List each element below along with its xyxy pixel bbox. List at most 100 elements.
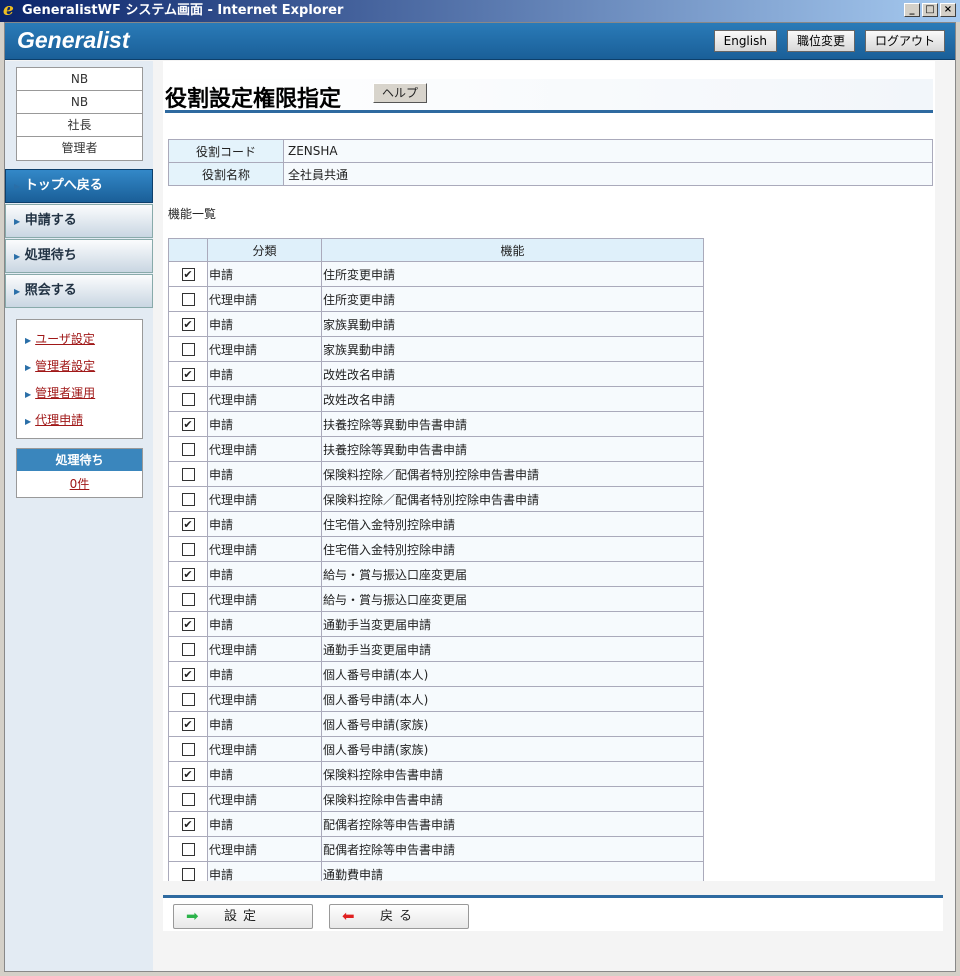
function-checkbox[interactable] xyxy=(181,443,195,456)
app-header: Generalist English 職位変更 ログアウト xyxy=(5,23,955,60)
function-cell: 保険料控除／配偶者特別控除申告書申請 xyxy=(321,461,704,487)
change-position-button[interactable]: 職位変更 xyxy=(786,30,855,52)
function-checkbox[interactable] xyxy=(181,343,195,356)
function-checkbox[interactable]: ✔ xyxy=(181,568,195,581)
function-checkbox[interactable]: ✔ xyxy=(181,318,195,331)
function-cell: 保険料控除申告書申請 xyxy=(321,761,704,787)
table-row: 代理申請 個人番号申請(本人) xyxy=(168,686,704,712)
category-cell: 代理申請 xyxy=(207,686,322,712)
table-row: 代理申請 保険料控除／配偶者特別控除申告書申請 xyxy=(168,486,704,512)
table-row: ✔ 申請 保険料控除申告書申請 xyxy=(168,761,704,787)
table-row: ✔ 申請 住所変更申請 xyxy=(168,261,704,287)
table-row: 代理申請 保険料控除申告書申請 xyxy=(168,786,704,812)
function-checkbox[interactable] xyxy=(181,468,195,481)
pending-count-link[interactable]: 0件 xyxy=(70,477,90,491)
function-cell: 通勤手当変更届申請 xyxy=(321,636,704,662)
function-checkbox[interactable]: ✔ xyxy=(181,368,195,381)
table-row: 代理申請 住所変更申請 xyxy=(168,286,704,312)
category-cell: 申請 xyxy=(207,761,322,787)
nav-inquiry[interactable]: ▶ 照会する xyxy=(5,274,153,308)
triangle-icon: ▶ xyxy=(25,363,32,372)
function-checkbox[interactable]: ✔ xyxy=(181,518,195,531)
category-cell: 申請 xyxy=(207,561,322,587)
back-button[interactable]: ⬅ 戻る xyxy=(329,904,469,929)
table-row: 代理申請 扶養控除等異動申告書申請 xyxy=(168,436,704,462)
function-cell: 家族異動申請 xyxy=(321,311,704,337)
function-cell: 扶養控除等異動申告書申請 xyxy=(321,436,704,462)
page-title-bar: 役割設定権限指定 ヘルプ xyxy=(165,79,933,113)
table-row: 申請 通勤費申請 xyxy=(168,861,704,881)
triangle-icon: ▶ xyxy=(14,182,21,191)
table-row: ✔ 申請 個人番号申請(本人) xyxy=(168,661,704,687)
column-header-check xyxy=(168,238,208,262)
nav-label: 申請する xyxy=(24,213,77,228)
function-cell: 住所変更申請 xyxy=(321,286,704,312)
function-cell: 住宅借入金特別控除申請 xyxy=(321,511,704,537)
close-button[interactable]: × xyxy=(940,3,956,17)
link-admin-settings[interactable]: 管理者設定 xyxy=(35,359,95,373)
function-checkbox[interactable] xyxy=(181,793,195,806)
function-checkbox[interactable]: ✔ xyxy=(181,768,195,781)
category-cell: 申請 xyxy=(207,511,322,537)
function-checkbox[interactable] xyxy=(181,743,195,756)
function-checkbox[interactable] xyxy=(181,643,195,656)
user-info-line: 管理者 xyxy=(61,141,98,155)
minimize-button[interactable]: _ xyxy=(904,3,920,17)
function-checkbox[interactable]: ✔ xyxy=(181,668,195,681)
nav-apply[interactable]: ▶ 申請する xyxy=(5,204,153,238)
function-checkbox[interactable] xyxy=(181,843,195,856)
category-cell: 代理申請 xyxy=(207,436,322,462)
table-row: 代理申請 住宅借入金特別控除申請 xyxy=(168,536,704,562)
category-cell: 代理申請 xyxy=(207,736,322,762)
function-checkbox[interactable]: ✔ xyxy=(181,618,195,631)
function-checkbox[interactable] xyxy=(181,693,195,706)
role-name-value: 全社員共通 xyxy=(283,162,933,186)
pending-box: 処理待ち 0件 xyxy=(16,448,143,498)
link-user-settings[interactable]: ユーザ設定 xyxy=(35,332,95,346)
nav-top[interactable]: ▶ トップへ戻る xyxy=(5,169,153,203)
category-cell: 申請 xyxy=(207,661,322,687)
function-cell: 保険料控除申告書申請 xyxy=(321,786,704,812)
nav-label: 照会する xyxy=(24,283,77,298)
generalist-logo: Generalist xyxy=(17,27,130,53)
function-checkbox[interactable] xyxy=(181,868,195,881)
page-title: 役割設定権限指定 xyxy=(165,87,342,112)
nav-pending[interactable]: ▶ 処理待ち xyxy=(5,239,153,273)
category-cell: 申請 xyxy=(207,361,322,387)
function-checkbox[interactable] xyxy=(181,593,195,606)
ie-icon: e xyxy=(3,0,14,20)
function-checkbox[interactable]: ✔ xyxy=(181,818,195,831)
english-button[interactable]: English xyxy=(713,30,777,52)
sidebar: NB NB 社長 管理者 ▶ トップへ戻る ▶ 申請する ▶ 処理待ち ▶ 照会… xyxy=(5,61,153,971)
function-cell: 住所変更申請 xyxy=(321,261,704,287)
category-cell: 申請 xyxy=(207,811,322,837)
help-button[interactable]: ヘルプ xyxy=(373,83,428,103)
user-info: NB NB 社長 管理者 xyxy=(16,67,143,161)
function-cell: 個人番号申請(本人) xyxy=(321,686,704,712)
maximize-button[interactable]: □ xyxy=(922,3,938,17)
function-cell: 家族異動申請 xyxy=(321,336,704,362)
function-checkbox[interactable] xyxy=(181,493,195,506)
arrow-right-icon: ➡ xyxy=(186,907,199,925)
function-checkbox[interactable]: ✔ xyxy=(181,718,195,731)
set-button[interactable]: ➡ 設定 xyxy=(173,904,313,929)
triangle-icon: ▶ xyxy=(14,217,21,226)
triangle-icon: ▶ xyxy=(25,336,32,345)
function-checkbox[interactable] xyxy=(181,293,195,306)
function-checkbox[interactable]: ✔ xyxy=(181,418,195,431)
function-checkbox[interactable] xyxy=(181,543,195,556)
category-cell: 申請 xyxy=(207,461,322,487)
link-proxy-apply[interactable]: 代理申請 xyxy=(35,413,83,427)
function-cell: 住宅借入金特別控除申請 xyxy=(321,536,704,562)
category-cell: 代理申請 xyxy=(207,486,322,512)
function-checkbox[interactable] xyxy=(181,393,195,406)
function-cell: 通勤手当変更届申請 xyxy=(321,611,704,637)
function-list-label: 機能一覧 xyxy=(168,207,217,221)
category-cell: 代理申請 xyxy=(207,336,322,362)
function-checkbox[interactable]: ✔ xyxy=(181,268,195,281)
function-cell: 扶養控除等異動申告書申請 xyxy=(321,411,704,437)
function-cell: 配偶者控除等申告書申請 xyxy=(321,811,704,837)
user-info-line: NB xyxy=(17,91,142,114)
link-admin-operation[interactable]: 管理者運用 xyxy=(35,386,95,400)
logout-button[interactable]: ログアウト xyxy=(864,30,945,52)
